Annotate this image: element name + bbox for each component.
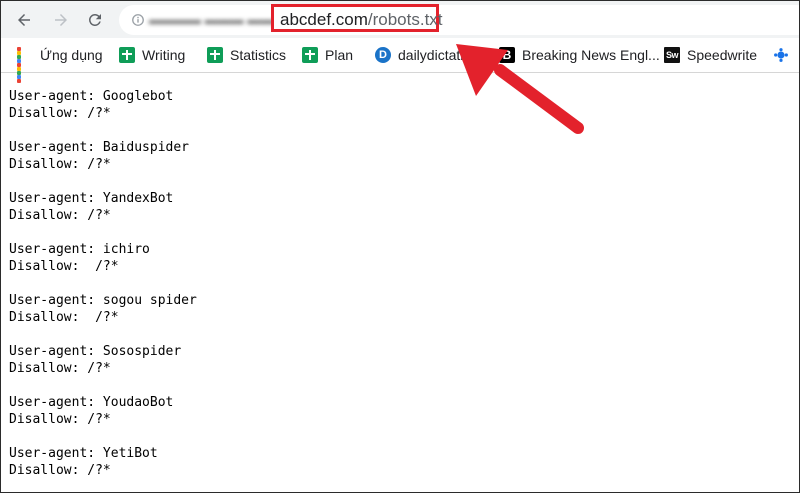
puzzle-icon xyxy=(774,48,788,62)
google-sheets-icon xyxy=(302,47,318,63)
bookmark-speedwrite[interactable]: Sw Speedwrite xyxy=(664,45,757,65)
bookmark-label: dailydictation xyxy=(398,47,479,63)
address-bar[interactable]: ▬▬▬▬ ▬▬▬ ▬▬▬ abcdef.com/robots.txt xyxy=(119,4,799,35)
user-agent-line: User-agent: Sosospider xyxy=(9,344,182,359)
user-agent-line: User-agent: YoudaoBot xyxy=(9,395,174,410)
bookmark-plan[interactable]: Plan xyxy=(302,45,353,65)
google-sheets-icon xyxy=(207,47,223,63)
user-agent-line: User-agent: Baiduspider xyxy=(9,140,190,155)
robots-rule: User-agent: sogou spider Disallow: /?* xyxy=(9,292,197,326)
url-highlight-box: abcdef.com/robots.txt xyxy=(271,4,443,32)
arrow-left-icon xyxy=(18,14,30,26)
bookmarks-bar: Ứng dụng Writing Statistics Plan D daily… xyxy=(1,38,799,83)
disallow-line: Disallow: /?* xyxy=(9,463,111,478)
bookmark-breaking-news[interactable]: B Breaking News Engl... xyxy=(499,45,660,65)
bookmark-label: Plan xyxy=(325,47,354,63)
disallow-line: Disallow: /?* xyxy=(9,208,111,223)
robots-txt-content: User-agent: Googlebot Disallow: /?* User… xyxy=(9,88,197,492)
back-button[interactable] xyxy=(11,7,37,33)
robots-rule: User-agent: YoudaoBot Disallow: /?* xyxy=(9,394,197,428)
breaking-news-icon: B xyxy=(499,47,515,63)
user-agent-line: User-agent: ichiro xyxy=(9,242,150,257)
robots-rule: User-agent: ichiro Disallow: /?* xyxy=(9,241,197,275)
disallow-line: Disallow: /?* xyxy=(9,106,111,121)
bookmark-statistics[interactable]: Statistics xyxy=(207,45,286,65)
robots-rule: User-agent: Baiduspider Disallow: /?* xyxy=(9,139,197,173)
bookmark-label: Statistics xyxy=(230,47,287,63)
arrow-right-icon xyxy=(55,14,67,26)
url-text[interactable]: abcdef.com/robots.txt xyxy=(280,10,443,30)
bookmark-label: Breaking News Engl... xyxy=(522,47,660,63)
google-sheets-icon xyxy=(119,47,135,63)
url-path: /robots.txt xyxy=(367,10,443,29)
reload-button[interactable] xyxy=(82,7,108,33)
disallow-line: Disallow: /?* xyxy=(9,361,111,376)
disallow-line: Disallow: /?* xyxy=(9,412,111,427)
dailydictation-icon: D xyxy=(375,47,391,63)
reload-icon xyxy=(88,13,101,26)
bookmark-label: Speedwrite xyxy=(687,47,758,63)
forward-button[interactable] xyxy=(48,7,74,33)
url-domain: abcdef.com xyxy=(280,10,368,29)
bookmark-apps[interactable]: Ứng dụng xyxy=(17,45,103,83)
browser-toolbar: ▬▬▬▬ ▬▬▬ ▬▬▬ abcdef.com/robots.txt xyxy=(1,1,799,38)
bookmark-label: Writing xyxy=(142,47,186,63)
speedwrite-icon: Sw xyxy=(664,47,680,63)
disallow-line: Disallow: /?* xyxy=(9,310,119,325)
bookmark-writing[interactable]: Writing xyxy=(119,45,185,65)
robots-rule: User-agent: YetiBot Disallow: /?* xyxy=(9,445,197,479)
disallow-line: Disallow: /?* xyxy=(9,259,119,274)
blurred-security-label: ▬▬▬▬ ▬▬▬ ▬▬▬ xyxy=(149,12,287,27)
disallow-line: Disallow: /?* xyxy=(9,157,111,172)
apps-grid-icon xyxy=(17,47,33,83)
robots-rule: User-agent: Sosospider Disallow: /?* xyxy=(9,343,197,377)
user-agent-line: User-agent: YandexBot xyxy=(9,191,174,206)
browser-window: ▬▬▬▬ ▬▬▬ ▬▬▬ abcdef.com/robots.txt Ứng d… xyxy=(0,0,800,493)
bookmark-dailydictation[interactable]: D dailydictation xyxy=(375,45,479,65)
robots-rule: User-agent: YandexBot Disallow: /?* xyxy=(9,190,197,224)
user-agent-line: User-agent: sogou spider xyxy=(9,293,197,308)
user-agent-line: User-agent: Googlebot xyxy=(9,89,174,104)
bookmark-label: Ứng dụng xyxy=(40,47,103,63)
site-info-icon[interactable] xyxy=(131,13,145,27)
user-agent-line: User-agent: YetiBot xyxy=(9,446,158,461)
robots-rule: User-agent: Googlebot Disallow: /?* xyxy=(9,88,197,122)
bookmark-more[interactable] xyxy=(773,45,796,65)
